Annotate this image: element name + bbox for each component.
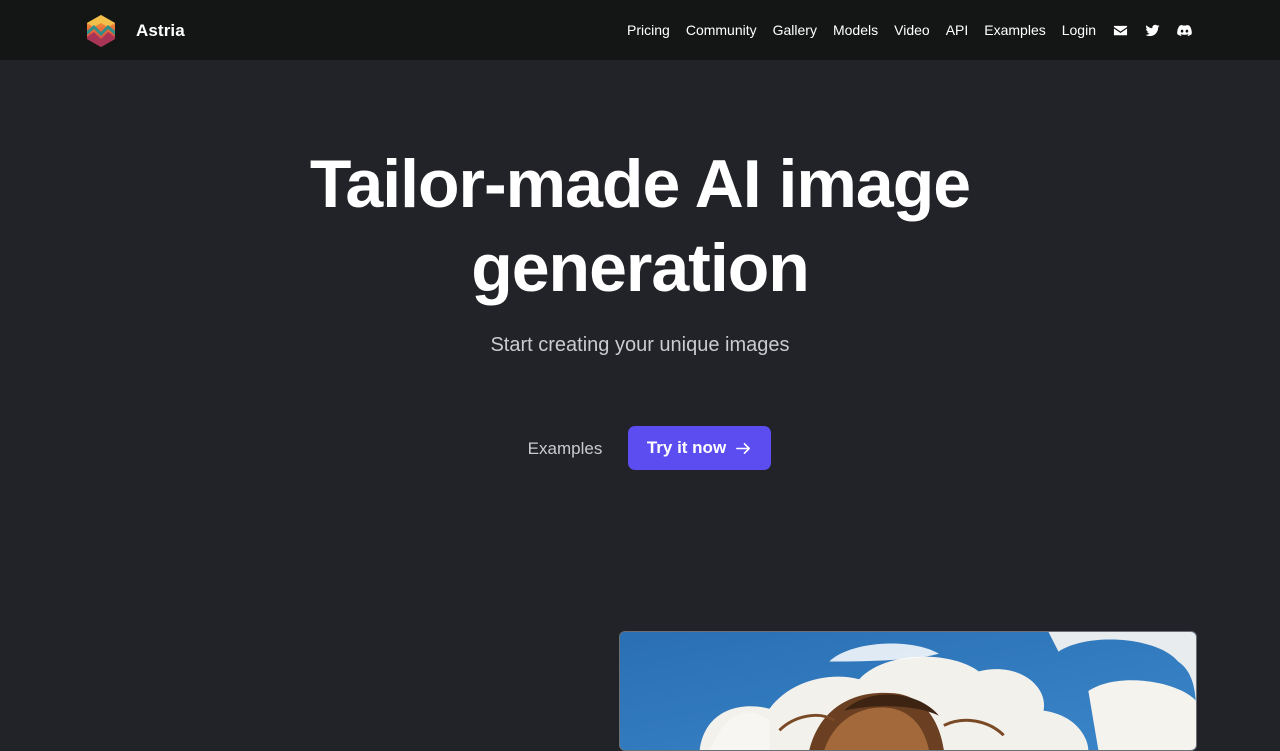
nav-link-login[interactable]: Login bbox=[1062, 22, 1096, 38]
examples-link[interactable]: Examples bbox=[510, 436, 620, 462]
nav-link-api[interactable]: API bbox=[946, 22, 969, 38]
nav-link-gallery[interactable]: Gallery bbox=[773, 22, 817, 38]
nav-link-pricing[interactable]: Pricing bbox=[627, 22, 670, 38]
try-it-now-label: Try it now bbox=[646, 438, 727, 457]
arrow-right-icon bbox=[736, 442, 751, 454]
preview-image-frame bbox=[619, 631, 1197, 751]
hero-subtitle: Start creating your unique images bbox=[490, 334, 790, 356]
hexagon-mountain-logo bbox=[87, 15, 115, 47]
brand-name: Astria bbox=[136, 21, 185, 40]
discord-icon[interactable] bbox=[1176, 22, 1192, 38]
top-navbar: Astria Pricing Community Gallery Models … bbox=[0, 0, 1280, 60]
try-it-now-button[interactable]: Try it now bbox=[628, 426, 771, 470]
main-nav: Pricing Community Gallery Models Video A… bbox=[627, 0, 1192, 60]
nav-link-examples[interactable]: Examples bbox=[984, 22, 1045, 38]
nav-link-community[interactable]: Community bbox=[686, 22, 757, 38]
nav-link-models[interactable]: Models bbox=[833, 22, 878, 38]
twitter-icon[interactable] bbox=[1144, 22, 1160, 38]
brand-home-link[interactable]: Astria bbox=[84, 14, 185, 48]
nav-link-video[interactable]: Video bbox=[894, 22, 930, 38]
sky-clouds-portrait-painting bbox=[620, 632, 1196, 750]
mail-icon[interactable] bbox=[1112, 22, 1128, 38]
hero-title: Tailor-made AI image generation bbox=[309, 146, 971, 306]
